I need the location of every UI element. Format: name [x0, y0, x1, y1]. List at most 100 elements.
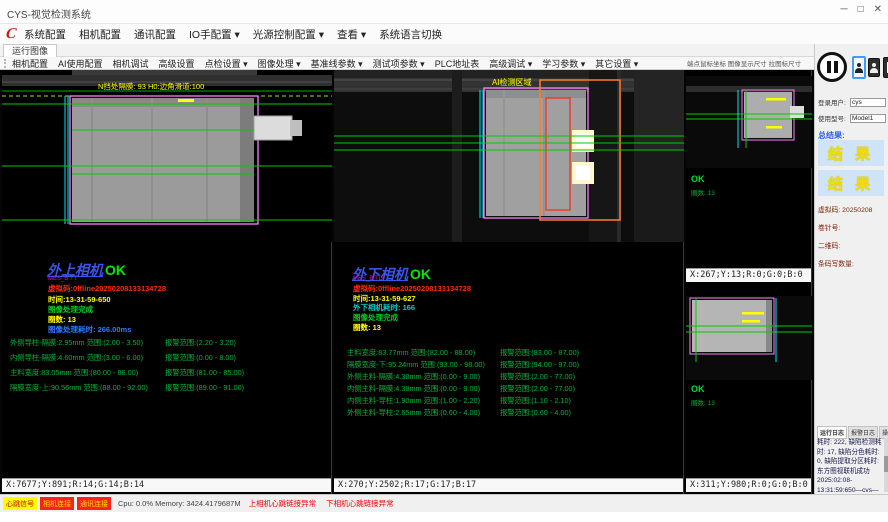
thumbnail-column: OK 圈数: 13 X:267;Y:13;R:0;G:0;B:0 OK 圈数: …	[686, 70, 812, 494]
model-input[interactable]	[850, 114, 886, 123]
thumb-top-result: OK 圈数: 13	[691, 174, 715, 197]
upper-camera-view: N挡处隔膜: 93 H0:边角滑道:100 外上相机OK MES_B:TT 虚拟…	[2, 70, 332, 494]
menu-camera-config[interactable]: 相机配置	[79, 27, 121, 42]
upper-mes-label: MES_B:TT	[48, 276, 77, 282]
measurement-value: 隔膜宽度-上:90.56mm 范围:(88.00 - 92.00)	[10, 383, 148, 393]
pause-button[interactable]	[817, 52, 847, 82]
log-text: 耗时: 222, 缺陷检测耗时: 17, 缺陷分色耗时: 0, 缺陷提取分区耗时…	[817, 438, 883, 492]
upper-coordinate-bar: X:7677;Y:891;R:14;G:14;B:14	[2, 478, 331, 492]
thumb-top-turns: 圈数: 13	[691, 187, 715, 197]
tool-advanced-debug[interactable]: 高级调试 ▾	[489, 57, 532, 70]
control-sidebar: 登录用户: 使用型号: 总结果: 结 果 结 果 虚拟码: 20250208 卷…	[814, 44, 888, 494]
tool-image-processing[interactable]: 图像处理 ▾	[258, 57, 301, 70]
menu-language-switch[interactable]: 系统语言切换	[379, 27, 442, 42]
thumb-bottom-coordinate-bar: X:311;Y:980;R:0;G:0;B:0	[686, 478, 811, 492]
tab-run-image[interactable]: 运行图像	[3, 44, 57, 57]
tool-advanced-settings[interactable]: 高级设置	[159, 57, 195, 70]
tool-camera-config[interactable]: 相机配置	[12, 57, 48, 70]
alarm-range: 报警范围:(0.60 - 4.00)	[500, 408, 571, 418]
status-bar: 心跳信号 相机连接 通讯连接 Cpu: 0.0% Memory: 3424.41…	[0, 494, 888, 512]
exit-button[interactable]	[883, 57, 888, 78]
menu-bar: C 系统配置 相机配置 通讯配置 IO手配置 ▾ 光源控制配置 ▾ 查看 ▾ 系…	[0, 24, 888, 44]
measurement-value: 外侧主料-隔膜:4.38mm 范围:(0.00 - 9.00)	[347, 372, 480, 382]
login-user-input[interactable]	[850, 98, 886, 107]
log-scrollbar[interactable]	[884, 438, 888, 492]
measurement-value: 内侧导柱-隔膜:4.60mm 范围:(3.00 - 6.00)	[10, 353, 143, 363]
lower-camera-view: AI检测区域 外下相机OK MES_B:TD 虚拟码:0ffline202502…	[334, 70, 684, 494]
tool-plc-address[interactable]: PLC地址表	[435, 57, 480, 70]
menu-io-config[interactable]: IO手配置 ▾	[189, 27, 240, 42]
alarm-range: 报警范围:(2.00 - 77.00)	[500, 384, 575, 394]
tab-strip: 运行图像	[0, 44, 888, 57]
measurement-value: 主料宽度:83.05mm 范围:(80.00 - 86.00)	[10, 368, 138, 378]
thumb-bottom-turns: 圈数: 13	[691, 397, 715, 407]
thumb-top-status: OK	[691, 174, 715, 184]
close-icon[interactable]: ✕	[874, 4, 882, 15]
measurement-value: 内侧主料-隔膜:4.38mm 范围:(0.00 - 9.00)	[347, 384, 480, 394]
menu-system-config[interactable]: 系统配置	[24, 27, 66, 42]
minimize-icon[interactable]: ─	[840, 4, 847, 15]
ai-region-label: AI检测区域	[492, 77, 532, 87]
camera-connection-badge: 相机连接	[40, 497, 74, 510]
tool-camera-debug[interactable]: 相机调试	[113, 57, 149, 70]
switch-user-button[interactable]	[868, 58, 880, 77]
pin-number-label: 卷针号:	[818, 222, 840, 232]
tool-ai-usage-config[interactable]: AI使用配置	[58, 57, 103, 70]
title-bar: CYS-视觉检测系统 ─ □ ✕	[0, 0, 888, 24]
model-label: 使用型号:	[818, 113, 846, 123]
alarm-range: 报警范围:(2.00 - 77.00)	[500, 372, 575, 382]
upper-camera-alert: 上相机心跳链接异常	[249, 498, 317, 509]
main-area: N挡处隔膜: 93 H0:边角滑道:100 外上相机OK MES_B:TT 虚拟…	[0, 70, 888, 494]
alarm-range: 报警范围:(89.00 - 91.00)	[165, 383, 244, 393]
lower-turns: 圈数: 13	[353, 322, 381, 333]
maximize-icon[interactable]: □	[858, 4, 864, 15]
result-box-lower: 结 果	[818, 170, 884, 196]
tool-learning-params[interactable]: 学习参数 ▾	[542, 57, 585, 70]
login-user-button[interactable]	[852, 56, 866, 79]
measurement-value: 内侧主料-导柱:1.90mm 范围:(1.00 - 2.20)	[347, 396, 480, 406]
thumb-top-coordinate-bar: X:267;Y:13;R:0;G:0;B:0	[686, 268, 811, 282]
app-logo-icon: C	[5, 26, 17, 43]
lower-mes-label: MES_B:TD	[353, 276, 383, 282]
menu-light-config[interactable]: 光源控制配置 ▾	[253, 27, 324, 42]
app-window: CYS-视觉检测系统 ─ □ ✕ C 系统配置 相机配置 通讯配置 IO手配置 …	[0, 0, 888, 522]
upper-camera-image[interactable]: N挡处隔膜: 93 H0:边角滑道:100	[2, 70, 332, 242]
barcode-count-label: 条码写数量:	[818, 258, 854, 268]
tool-test-params[interactable]: 测试项参数 ▾	[373, 57, 425, 70]
lower-camera-alert: 下相机心跳链接异常	[326, 498, 394, 509]
user-icon	[870, 63, 878, 73]
thumb-bottom-image[interactable]	[686, 296, 812, 380]
cpu-memory-status: Cpu: 0.0% Memory: 3424.4179687M	[118, 499, 241, 508]
alarm-range: 报警范围:(0.00 - 8.00)	[165, 353, 236, 363]
login-user-row: 登录用户:	[818, 97, 886, 107]
measurement-value: 外侧主料-导柱:2.65mm 范围:(0.60 - 4.00)	[347, 408, 480, 418]
thumb-column-header: 端点鼠标坐标 图像显示尺寸 拉图标尺寸	[687, 58, 801, 68]
lower-camera-image[interactable]: AI检测区域	[334, 70, 684, 242]
comm-connection-badge: 通讯连接	[77, 497, 111, 510]
qr-code-label: 二维码:	[818, 240, 840, 250]
menu-comm-config[interactable]: 通讯配置	[134, 27, 176, 42]
alarm-range: 报警范围:(94.00 - 97.00)	[500, 360, 579, 370]
upper-overlay-label: N挡处隔膜: 93 H0:边角滑道:100	[98, 81, 204, 91]
alarm-range: 报警范围:(83.00 - 87.00)	[500, 348, 579, 358]
tool-baseline-params[interactable]: 基准线参数 ▾	[311, 57, 363, 70]
tool-other-settings[interactable]: 其它设置 ▾	[595, 57, 638, 70]
virtual-code-label: 虚拟码: 20250208	[818, 204, 872, 214]
heartbeat-badge: 心跳信号	[3, 497, 37, 510]
tool-spot-check[interactable]: 点检设置 ▾	[205, 57, 248, 70]
alarm-range: 报警范围:(2.20 - 3.20)	[165, 338, 236, 348]
measurement-value: 外侧导柱-隔膜:2.95mm 范围:(2.00 - 3.50)	[10, 338, 143, 348]
thumb-bottom-status: OK	[691, 384, 715, 394]
upper-barcode: 虚拟码:0ffline20250208133134728	[48, 283, 166, 294]
lower-camera-status: OK	[410, 266, 431, 282]
measurement-value: 主料宽度:83.77mm 范围:(82.00 - 88.00)	[347, 348, 475, 358]
thumb-bottom-result: OK 圈数: 13	[691, 384, 715, 407]
alarm-range: 报警范围:(1.10 - 2.10)	[500, 396, 571, 406]
model-row: 使用型号:	[818, 113, 886, 123]
thumb-top-image[interactable]	[686, 76, 812, 168]
menu-view[interactable]: 查看 ▾	[337, 27, 366, 42]
toolbar-grip-icon	[4, 59, 7, 68]
lower-coordinate-bar: X:270;Y:2502;R:17;G:17;B:17	[334, 478, 683, 492]
measurement-value: 隔膜宽度-下:95.24mm 范围:(93.00 - 98.00)	[347, 360, 485, 370]
alarm-range: 报警范围:(81.00 - 85.00)	[165, 368, 244, 378]
